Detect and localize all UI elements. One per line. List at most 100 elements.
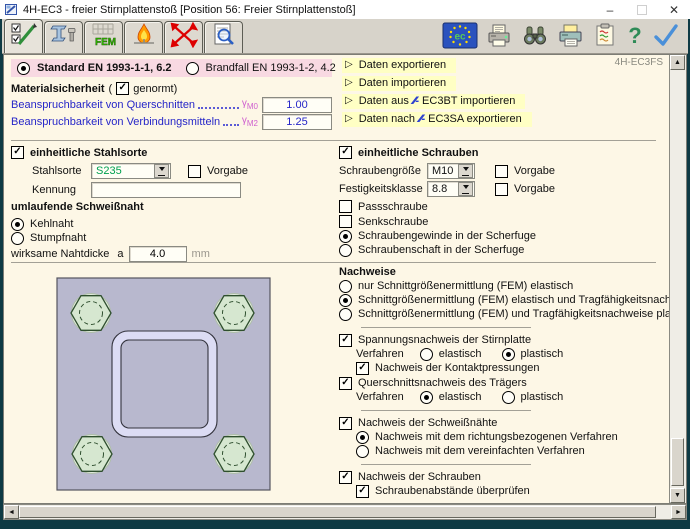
steel-grade-dropdown[interactable]: S235 <box>91 163 171 179</box>
tab-fire-design[interactable] <box>124 21 163 53</box>
scroll-up-icon[interactable]: ▲ <box>670 55 685 70</box>
passschraube-label[interactable]: Passschraube <box>358 201 428 213</box>
schweissnaehte-label[interactable]: Nachweis der Schweißnähte <box>358 417 497 429</box>
scroll-right-icon[interactable]: ► <box>671 505 686 519</box>
traeger-elastisch-label[interactable]: elastisch <box>439 391 482 403</box>
traeger-checkbox[interactable] <box>339 377 352 390</box>
radio-brandfall-en1993-1-2[interactable] <box>186 62 199 75</box>
kontaktpressungen-label[interactable]: Nachweis der Kontaktpressungen <box>375 362 539 374</box>
bolt-size-vorgabe-checkbox[interactable] <box>495 165 508 178</box>
export-data-link[interactable]: ▷ Daten exportieren <box>342 58 456 73</box>
schrauben-nachweis-checkbox[interactable] <box>339 471 352 484</box>
schweissnaehte-checkbox[interactable] <box>339 417 352 430</box>
abstaende-label[interactable]: Schraubenabstände überprüfen <box>375 485 530 497</box>
horizontal-scrollbar-thumb[interactable] <box>19 506 656 518</box>
kehlnaht-radio[interactable] <box>11 218 24 231</box>
confirm-button[interactable] <box>652 22 680 49</box>
print-button[interactable] <box>557 22 584 49</box>
mode-fem-only-label[interactable]: nur Schnittgrößenermittlung (FEM) elasti… <box>358 280 573 292</box>
uniform-steel-label[interactable]: einheitliche Stahlsorte <box>30 147 147 159</box>
vereinfacht-radio[interactable] <box>356 445 369 458</box>
chevron-down-icon[interactable] <box>458 182 473 196</box>
kontaktpressungen-checkbox[interactable] <box>356 362 369 375</box>
scroll-left-icon[interactable]: ◄ <box>4 505 19 519</box>
senkschraube-label[interactable]: Senkschraube <box>358 216 428 228</box>
protocol-button[interactable] <box>592 22 618 49</box>
schrauben-nachweis-label[interactable]: Nachweis der Schrauben <box>358 471 481 483</box>
bolt-size-vorgabe-label[interactable]: Vorgabe <box>514 165 555 177</box>
mode-fem-only-radio[interactable] <box>339 280 352 293</box>
stumpfnaht-radio[interactable] <box>11 232 24 245</box>
mode-elastic-label[interactable]: Schnittgrößenermittlung (FEM) elastisch … <box>358 294 669 306</box>
chevron-down-icon[interactable] <box>458 164 473 178</box>
ec-standards-button[interactable]: ec <box>442 22 478 49</box>
gamma-m0-input[interactable] <box>262 97 332 113</box>
weld-section: umlaufende Schweißnaht Kehlnaht Stumpfna… <box>11 199 210 263</box>
mode-elastic-radio[interactable] <box>339 294 352 307</box>
traeger-plastisch-label[interactable]: plastisch <box>521 391 564 403</box>
schaft-scherfuge-label[interactable]: Schraubenschaft in der Scherfuge <box>358 244 524 256</box>
chevron-down-icon[interactable] <box>154 164 169 178</box>
import-data-link[interactable]: ▷ Daten importieren <box>342 76 456 91</box>
minimize-button[interactable]: – <box>594 0 626 19</box>
kehlnaht-label[interactable]: Kehlnaht <box>30 218 73 230</box>
bolt-class-vorgabe-label[interactable]: Vorgabe <box>514 183 555 195</box>
senkschraube-checkbox[interactable] <box>339 215 352 228</box>
traeger-elastisch-radio[interactable] <box>420 391 433 404</box>
uniform-steel-checkbox[interactable] <box>11 146 24 159</box>
traeger-plastisch-radio[interactable] <box>502 391 515 404</box>
export-ec3sa-link[interactable]: ▷ Daten nach ⁄⁄⁄- EC3SA exportieren <box>342 112 532 127</box>
import-ec3bt-link[interactable]: ▷ Daten aus ⁄⁄⁄- EC3BT importieren <box>342 94 525 109</box>
bolt-size-dropdown[interactable]: M10 <box>427 163 475 179</box>
vereinfacht-label[interactable]: Nachweis mit dem vereinfachten Verfahren <box>375 445 585 457</box>
bolt-class-dropdown[interactable]: 8.8 <box>427 181 475 197</box>
maximize-button[interactable] <box>626 0 658 19</box>
uniform-bolts-checkbox[interactable] <box>339 146 352 159</box>
binoculars-button[interactable] <box>521 22 549 49</box>
close-button[interactable]: ✕ <box>658 0 690 19</box>
stirnplatte-plastisch-label[interactable]: plastisch <box>521 348 564 360</box>
stumpfnaht-label[interactable]: Stumpfnaht <box>30 232 86 244</box>
bolt-class-vorgabe-checkbox[interactable] <box>495 183 508 196</box>
genormt-label[interactable]: genormt) <box>133 83 177 95</box>
radio-standard-label[interactable]: Standard EN 1993-1-1, 6.2 <box>37 62 172 74</box>
passschraube-checkbox[interactable] <box>339 200 352 213</box>
steel-vorgabe-checkbox[interactable] <box>188 165 201 178</box>
app-window: 4H-EC3 - freier Stirnplattenstoß [Positi… <box>0 0 690 529</box>
gewinde-scherfuge-label[interactable]: Schraubengewinde in der Scherfuge <box>358 230 536 242</box>
abstaende-checkbox[interactable] <box>356 485 369 498</box>
genormt-checkbox[interactable] <box>116 82 129 95</box>
tab-document-view[interactable] <box>204 21 243 53</box>
schaft-scherfuge-radio[interactable] <box>339 244 352 257</box>
tab-internal-forces[interactable] <box>164 21 203 53</box>
stirnplatte-elastisch-label[interactable]: elastisch <box>439 348 482 360</box>
titlebar: 4H-EC3 - freier Stirnplattenstoß [Positi… <box>0 0 690 19</box>
horizontal-scrollbar[interactable]: ◄ ► <box>3 504 687 520</box>
steel-vorgabe-label[interactable]: Vorgabe <box>207 165 248 177</box>
gewinde-scherfuge-radio[interactable] <box>339 230 352 243</box>
tab-input-options[interactable] <box>4 19 43 53</box>
print-preview-button[interactable] <box>486 22 513 49</box>
stirnplatte-label[interactable]: Spannungsnachweis der Stirnplatte <box>358 334 531 346</box>
richtungsbezogen-radio[interactable] <box>356 431 369 444</box>
kennung-input[interactable] <box>91 182 241 198</box>
scroll-down-icon[interactable]: ▼ <box>670 488 685 503</box>
help-button[interactable]: ? <box>626 22 644 49</box>
mode-plastic-label[interactable]: Schnittgrößenermittlung (FEM) und Tragfä… <box>358 308 669 320</box>
radio-standard-en1993-1-1[interactable] <box>17 62 30 75</box>
vertical-scrollbar[interactable]: ▲ ▼ <box>669 55 686 503</box>
stirnplatte-plastisch-radio[interactable] <box>502 348 515 361</box>
tab-cross-section[interactable] <box>44 21 83 53</box>
stirnplatte-checkbox[interactable] <box>339 334 352 347</box>
stirnplatte-elastisch-radio[interactable] <box>420 348 433 361</box>
gamma-m2-input[interactable] <box>262 114 332 130</box>
radio-brandfall-label[interactable]: Brandfall EN 1993-1-2, 4.2 <box>206 62 336 74</box>
tab-fem[interactable]: FEM <box>84 21 123 53</box>
mode-plastic-radio[interactable] <box>339 308 352 321</box>
traeger-label[interactable]: Querschnittsnachweis des Trägers <box>358 377 527 389</box>
vertical-scrollbar-thumb[interactable] <box>671 438 684 486</box>
weld-thickness-input[interactable] <box>129 246 187 262</box>
richtungsbezogen-label[interactable]: Nachweis mit dem richtungsbezogenen Verf… <box>375 431 618 443</box>
dotted-leader <box>223 115 239 126</box>
uniform-bolts-label[interactable]: einheitliche Schrauben <box>358 147 478 159</box>
